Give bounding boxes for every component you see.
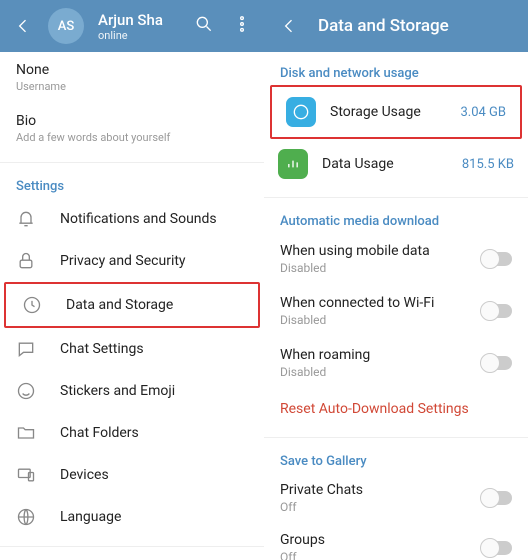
- label: Language: [60, 509, 121, 525]
- settings-pane: AS Arjun Sha online None Username Bio Ad…: [0, 0, 264, 560]
- header: AS Arjun Sha online: [0, 0, 264, 52]
- settings-section: Settings: [0, 165, 264, 198]
- username-field[interactable]: None Username: [0, 52, 264, 103]
- lock-icon: [16, 251, 36, 271]
- data-value: 815.5 KB: [462, 157, 514, 172]
- gallery-section: Save to Gallery: [264, 440, 528, 473]
- header: Data and Storage: [264, 0, 528, 52]
- toggle[interactable]: [482, 356, 512, 370]
- sticker-icon: [16, 381, 36, 401]
- option-private-chats[interactable]: Private Chats Off: [264, 473, 528, 523]
- settings-chat[interactable]: Chat Settings: [0, 328, 264, 370]
- bio-field[interactable]: Bio Add a few words about yourself: [0, 103, 264, 154]
- chat-icon: [16, 339, 36, 359]
- option-groups[interactable]: Groups Off: [264, 523, 528, 560]
- label: Chat Folders: [60, 425, 139, 441]
- data-storage-pane: Data and Storage Disk and network usage …: [264, 0, 528, 560]
- avatar[interactable]: AS: [48, 8, 84, 44]
- label: Data and Storage: [66, 297, 173, 313]
- toggle[interactable]: [482, 491, 512, 505]
- label: Chat Settings: [60, 341, 144, 357]
- settings-devices[interactable]: Devices: [0, 454, 264, 496]
- label: Privacy and Security: [60, 253, 186, 269]
- divider: [0, 162, 264, 163]
- more-icon[interactable]: [232, 14, 252, 38]
- user-name: Arjun Sha: [98, 11, 163, 29]
- storage-value: 3.04 GB: [460, 105, 506, 120]
- settings-notifications[interactable]: Notifications and Sounds: [0, 198, 264, 240]
- disk-section: Disk and network usage: [264, 52, 528, 85]
- settings-privacy[interactable]: Privacy and Security: [0, 240, 264, 282]
- header-user: Arjun Sha online: [98, 11, 163, 42]
- option-mobile-data[interactable]: When using mobile data Disabled: [264, 233, 528, 285]
- label: When using mobile data: [280, 243, 482, 259]
- label: Data Usage: [322, 156, 448, 172]
- label: When roaming: [280, 347, 482, 363]
- status: Off: [280, 500, 482, 514]
- username-hint: Username: [16, 80, 248, 93]
- status: Disabled: [280, 313, 482, 327]
- toggle[interactable]: [482, 252, 512, 266]
- bell-icon: [16, 209, 36, 229]
- label: Stickers and Emoji: [60, 383, 175, 399]
- status: Disabled: [280, 365, 482, 379]
- auto-download-section: Automatic media download: [264, 200, 528, 233]
- database-icon: [22, 295, 42, 315]
- label: Storage Usage: [330, 104, 446, 120]
- label: Groups: [280, 532, 482, 548]
- search-icon[interactable]: [194, 14, 214, 38]
- storage-icon: [286, 97, 316, 127]
- option-wifi[interactable]: When connected to Wi-Fi Disabled: [264, 285, 528, 337]
- settings-stickers[interactable]: Stickers and Emoji: [0, 370, 264, 412]
- devices-icon: [16, 465, 36, 485]
- bio-value: Bio: [16, 113, 248, 129]
- divider: [0, 546, 264, 547]
- option-roaming[interactable]: When roaming Disabled: [264, 337, 528, 389]
- divider: [264, 197, 528, 198]
- back-icon[interactable]: [278, 15, 300, 37]
- divider: [264, 437, 528, 438]
- label: Private Chats: [280, 482, 482, 498]
- username-value: None: [16, 62, 248, 78]
- bio-hint: Add a few words about yourself: [16, 131, 248, 144]
- label: Notifications and Sounds: [60, 211, 217, 227]
- settings-folders[interactable]: Chat Folders: [0, 412, 264, 454]
- page-title: Data and Storage: [318, 16, 449, 36]
- settings-language[interactable]: Language: [0, 496, 264, 538]
- back-icon[interactable]: [12, 15, 34, 37]
- label: Devices: [60, 467, 109, 483]
- status: Disabled: [280, 261, 482, 275]
- storage-usage-row[interactable]: Storage Usage 3.04 GB: [270, 85, 522, 139]
- data-icon: [278, 149, 308, 179]
- toggle[interactable]: [482, 541, 512, 555]
- label: When connected to Wi-Fi: [280, 295, 482, 311]
- toggle[interactable]: [482, 304, 512, 318]
- globe-icon: [16, 507, 36, 527]
- data-usage-row[interactable]: Data Usage 815.5 KB: [264, 139, 528, 189]
- settings-premium[interactable]: Telegram Premium: [0, 549, 264, 560]
- user-status: online: [98, 29, 163, 42]
- folder-icon: [16, 423, 36, 443]
- reset-auto-download[interactable]: Reset Auto-Download Settings: [264, 389, 528, 429]
- settings-data-storage[interactable]: Data and Storage: [6, 284, 258, 326]
- status: Off: [280, 550, 482, 560]
